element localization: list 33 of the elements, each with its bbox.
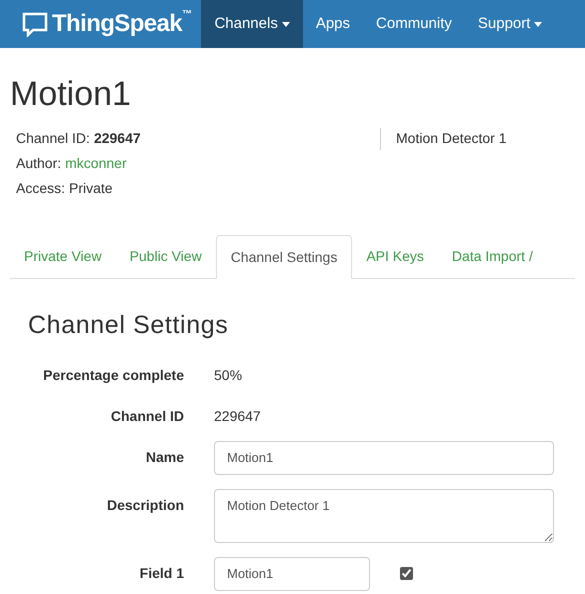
meta-label: Access:: [16, 179, 66, 198]
channel-description: Motion Detector 1: [396, 130, 506, 146]
nav-link[interactable]: Channels: [201, 0, 303, 48]
meta-label: Author:: [16, 154, 62, 173]
channel-title: Motion1: [10, 74, 132, 114]
tab[interactable]: Private View: [10, 235, 116, 278]
tab[interactable]: Public View: [116, 235, 216, 278]
section-title: Channel Settings: [28, 310, 230, 341]
name-input[interactable]: Motion1: [214, 440, 554, 474]
author-link[interactable]: mkconner: [65, 153, 127, 174]
description-textarea[interactable]: Motion Detector 1: [214, 488, 554, 542]
caret-icon: [282, 22, 290, 26]
meta-value: Private: [69, 179, 113, 198]
field-checkbox[interactable]: [400, 567, 413, 580]
caret-icon: [534, 22, 542, 26]
nav-link[interactable]: Support: [464, 0, 556, 48]
form-value: 229647: [214, 406, 261, 426]
nav-link[interactable]: Apps: [302, 0, 364, 48]
speech-bubble-icon: [22, 12, 48, 36]
nav-link[interactable]: Community: [363, 0, 465, 48]
form-label: Field 1: [140, 564, 184, 580]
form-value: 50%: [214, 366, 242, 384]
field-input[interactable]: Motion1: [214, 556, 370, 590]
tab[interactable]: API Keys: [352, 235, 438, 278]
form-label: Percentage complete: [43, 366, 184, 382]
tab[interactable]: Data Import /: [438, 235, 547, 278]
form-label: Channel ID: [110, 408, 184, 424]
form-label: Name: [146, 448, 184, 464]
tab[interactable]: Channel Settings: [216, 235, 352, 279]
form-label: Description: [106, 496, 184, 512]
brand-logo[interactable]: ThingSpeak$^{™}$: [52, 6, 192, 42]
meta-label: Channel ID:: [16, 129, 90, 148]
meta-value: 229647: [94, 129, 141, 148]
